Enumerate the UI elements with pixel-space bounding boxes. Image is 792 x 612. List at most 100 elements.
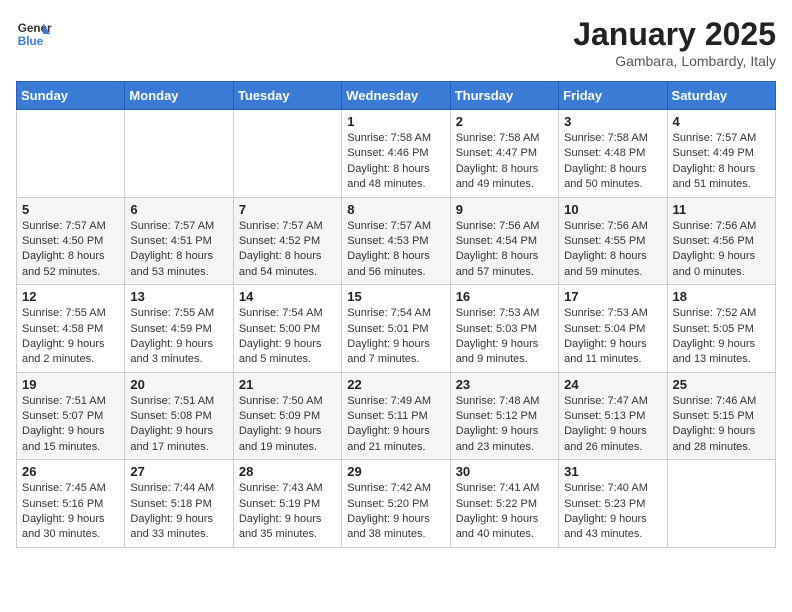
- page-header: General Blue January 2025 Gambara, Lomba…: [16, 16, 776, 69]
- week-row-2: 5 Sunrise: 7:57 AMSunset: 4:50 PMDaylight…: [17, 197, 776, 285]
- day-info: Sunrise: 7:53 AMSunset: 5:03 PMDaylight:…: [456, 306, 553, 368]
- day-number: 24: [564, 377, 661, 392]
- day-number: 21: [239, 377, 336, 392]
- day-info: Sunrise: 7:56 AMSunset: 4:54 PMDaylight:…: [456, 219, 553, 281]
- day-number: 4: [673, 114, 770, 129]
- calendar-cell: 25Sunrise: 7:46 AMSunset: 5:15 PMDayligh…: [667, 372, 775, 460]
- month-title: January 2025: [573, 16, 776, 53]
- weekday-header-monday: Monday: [125, 82, 233, 110]
- calendar-cell: 26 Sunrise: 7:45 AMSunset: 5:16 PMDayligh…: [17, 460, 125, 548]
- calendar-cell: 3Sunrise: 7:58 AMSunset: 4:48 PMDaylight…: [559, 110, 667, 198]
- day-info: Sunrise: 7:57 AMSunset: 4:51 PMDaylight:…: [130, 219, 227, 281]
- day-info: Sunrise: 7:56 AMSunset: 4:56 PMDaylight:…: [673, 219, 770, 281]
- day-info: Sunrise: 7:56 AMSunset: 4:55 PMDaylight:…: [564, 219, 661, 281]
- calendar-cell: 13 Sunrise: 7:55 AMSunset: 4:59 PMDayligh…: [125, 285, 233, 373]
- calendar-cell: 21 Sunrise: 7:50 AMSunset: 5:09 PMDayligh…: [233, 372, 341, 460]
- calendar-cell: 19 Sunrise: 7:51 AMSunset: 5:07 PMDayligh…: [17, 372, 125, 460]
- day-info: Sunrise: 7:52 AMSunset: 5:05 PMDaylight:…: [673, 306, 770, 368]
- calendar-cell: 28 Sunrise: 7:43 AMSunset: 5:19 PMDayligh…: [233, 460, 341, 548]
- day-info: Sunrise: 7:40 AMSunset: 5:23 PMDaylight:…: [564, 481, 661, 543]
- day-info: Sunrise: 7:41 AMSunset: 5:22 PMDaylight:…: [456, 481, 553, 543]
- day-info: Sunrise: 7:45 AMSunset: 5:16 PMDaylight:…: [22, 481, 119, 543]
- day-number: 7: [239, 202, 336, 217]
- day-number: 8: [347, 202, 444, 217]
- calendar-cell: 11 Sunrise: 7:56 AMSunset: 4:56 PMDayligh…: [667, 197, 775, 285]
- day-number: 28: [239, 464, 336, 479]
- day-info: Sunrise: 7:58 AMSunset: 4:47 PMDaylight:…: [456, 131, 553, 193]
- weekday-header-tuesday: Tuesday: [233, 82, 341, 110]
- calendar-cell: 31 Sunrise: 7:40 AMSunset: 5:23 PMDayligh…: [559, 460, 667, 548]
- day-number: 14: [239, 289, 336, 304]
- calendar-cell: 23Sunrise: 7:48 AMSunset: 5:12 PMDayligh…: [450, 372, 558, 460]
- day-number: 10: [564, 202, 661, 217]
- day-info: Sunrise: 7:43 AMSunset: 5:19 PMDaylight:…: [239, 481, 336, 543]
- logo-icon: General Blue: [16, 16, 52, 52]
- weekday-header-saturday: Saturday: [667, 82, 775, 110]
- calendar-cell: 10 Sunrise: 7:56 AMSunset: 4:55 PMDayligh…: [559, 197, 667, 285]
- calendar-cell: [667, 460, 775, 548]
- day-number: 3: [564, 114, 661, 129]
- day-number: 6: [130, 202, 227, 217]
- day-number: 16: [456, 289, 553, 304]
- calendar-cell: 1 Sunrise: 7:58 AMSunset: 4:46 PMDaylight…: [342, 110, 450, 198]
- day-info: Sunrise: 7:47 AMSunset: 5:13 PMDaylight:…: [564, 394, 661, 456]
- day-number: 1: [347, 114, 444, 129]
- day-info: Sunrise: 7:57 AMSunset: 4:50 PMDaylight:…: [22, 219, 119, 281]
- calendar-cell: 18Sunrise: 7:52 AMSunset: 5:05 PMDayligh…: [667, 285, 775, 373]
- weekday-header-sunday: Sunday: [17, 82, 125, 110]
- day-info: Sunrise: 7:51 AMSunset: 5:07 PMDaylight:…: [22, 394, 119, 456]
- calendar-cell: 4Sunrise: 7:57 AMSunset: 4:49 PMDaylight…: [667, 110, 775, 198]
- weekday-header-friday: Friday: [559, 82, 667, 110]
- day-info: Sunrise: 7:57 AMSunset: 4:53 PMDaylight:…: [347, 219, 444, 281]
- location: Gambara, Lombardy, Italy: [573, 53, 776, 69]
- calendar-cell: [233, 110, 341, 198]
- calendar-cell: 29 Sunrise: 7:42 AMSunset: 5:20 PMDayligh…: [342, 460, 450, 548]
- calendar-cell: 22Sunrise: 7:49 AMSunset: 5:11 PMDayligh…: [342, 372, 450, 460]
- day-info: Sunrise: 7:49 AMSunset: 5:11 PMDaylight:…: [347, 394, 444, 456]
- calendar-cell: 30 Sunrise: 7:41 AMSunset: 5:22 PMDayligh…: [450, 460, 558, 548]
- calendar-cell: 7 Sunrise: 7:57 AMSunset: 4:52 PMDaylight…: [233, 197, 341, 285]
- calendar-cell: 27Sunrise: 7:44 AMSunset: 5:18 PMDayligh…: [125, 460, 233, 548]
- day-number: 12: [22, 289, 119, 304]
- day-info: Sunrise: 7:54 AMSunset: 5:01 PMDaylight:…: [347, 306, 444, 368]
- day-number: 9: [456, 202, 553, 217]
- day-info: Sunrise: 7:42 AMSunset: 5:20 PMDaylight:…: [347, 481, 444, 543]
- day-number: 26: [22, 464, 119, 479]
- calendar-cell: 24 Sunrise: 7:47 AMSunset: 5:13 PMDayligh…: [559, 372, 667, 460]
- calendar-cell: 8 Sunrise: 7:57 AMSunset: 4:53 PMDaylight…: [342, 197, 450, 285]
- day-number: 5: [22, 202, 119, 217]
- calendar-cell: [125, 110, 233, 198]
- day-number: 13: [130, 289, 227, 304]
- week-row-1: 1 Sunrise: 7:58 AMSunset: 4:46 PMDaylight…: [17, 110, 776, 198]
- day-number: 19: [22, 377, 119, 392]
- day-info: Sunrise: 7:50 AMSunset: 5:09 PMDaylight:…: [239, 394, 336, 456]
- calendar-cell: 2 Sunrise: 7:58 AMSunset: 4:47 PMDaylight…: [450, 110, 558, 198]
- day-number: 15: [347, 289, 444, 304]
- calendar-cell: 5 Sunrise: 7:57 AMSunset: 4:50 PMDaylight…: [17, 197, 125, 285]
- calendar-cell: [17, 110, 125, 198]
- day-info: Sunrise: 7:58 AMSunset: 4:46 PMDaylight:…: [347, 131, 444, 193]
- day-number: 31: [564, 464, 661, 479]
- day-number: 30: [456, 464, 553, 479]
- day-number: 11: [673, 202, 770, 217]
- weekday-header-row: SundayMondayTuesdayWednesdayThursdayFrid…: [17, 82, 776, 110]
- weekday-header-thursday: Thursday: [450, 82, 558, 110]
- day-info: Sunrise: 7:51 AMSunset: 5:08 PMDaylight:…: [130, 394, 227, 456]
- day-number: 23: [456, 377, 553, 392]
- day-number: 2: [456, 114, 553, 129]
- week-row-4: 19 Sunrise: 7:51 AMSunset: 5:07 PMDayligh…: [17, 372, 776, 460]
- calendar-cell: 6 Sunrise: 7:57 AMSunset: 4:51 PMDaylight…: [125, 197, 233, 285]
- calendar-cell: 9 Sunrise: 7:56 AMSunset: 4:54 PMDaylight…: [450, 197, 558, 285]
- day-info: Sunrise: 7:55 AMSunset: 4:59 PMDaylight:…: [130, 306, 227, 368]
- week-row-3: 12 Sunrise: 7:55 AMSunset: 4:58 PMDayligh…: [17, 285, 776, 373]
- day-info: Sunrise: 7:54 AMSunset: 5:00 PMDaylight:…: [239, 306, 336, 368]
- title-area: January 2025 Gambara, Lombardy, Italy: [573, 16, 776, 69]
- calendar-cell: 20 Sunrise: 7:51 AMSunset: 5:08 PMDayligh…: [125, 372, 233, 460]
- day-number: 17: [564, 289, 661, 304]
- day-info: Sunrise: 7:55 AMSunset: 4:58 PMDaylight:…: [22, 306, 119, 368]
- svg-text:Blue: Blue: [18, 35, 44, 48]
- day-info: Sunrise: 7:57 AMSunset: 4:52 PMDaylight:…: [239, 219, 336, 281]
- calendar-cell: 14 Sunrise: 7:54 AMSunset: 5:00 PMDayligh…: [233, 285, 341, 373]
- day-number: 20: [130, 377, 227, 392]
- day-number: 29: [347, 464, 444, 479]
